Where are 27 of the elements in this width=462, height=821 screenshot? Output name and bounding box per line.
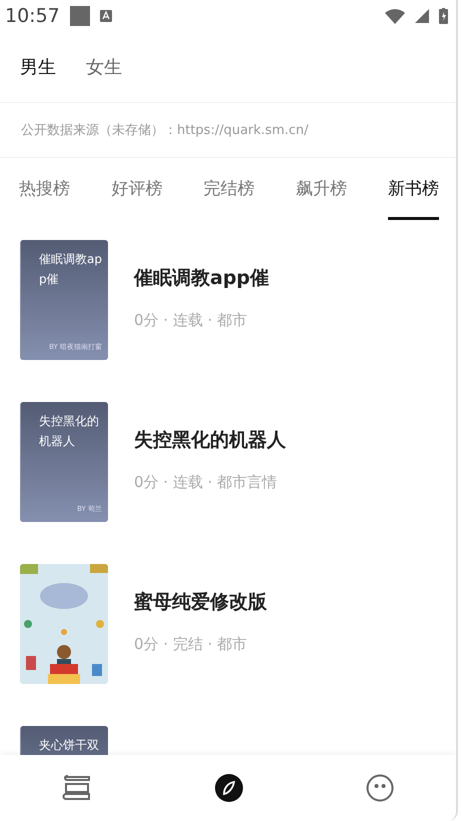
book-meta: 0分 · 连载 · 都市 [134, 310, 248, 330]
book-meta: 0分 · 连载 · 都市言情 [134, 472, 278, 492]
gender-tab[interactable]: 女生 [86, 55, 122, 79]
compass-icon [214, 774, 243, 802]
cover-title: 夹心饼干双 [39, 737, 100, 754]
book-meta: 0分 · 完结 · 都市 [134, 634, 248, 654]
smiley-icon [366, 774, 394, 802]
source-note: 公开数据来源（未存储）：https://quark.sm.cn/ [21, 122, 308, 139]
wifi-icon [385, 8, 405, 24]
ranking-tab[interactable]: 热搜榜 [19, 158, 70, 220]
ranking-tab[interactable]: 飙升榜 [296, 158, 347, 220]
signal-icon [415, 9, 429, 23]
keyboard-icon [100, 10, 112, 22]
cover-title: 催眠调教app催 [39, 251, 102, 288]
book-stack-icon [62, 775, 92, 801]
notification-icon [70, 6, 90, 26]
battery-icon [439, 8, 448, 24]
book-cover[interactable]: 夹心饼干双 [20, 726, 108, 755]
status-time: 10:57 [5, 5, 60, 27]
book-title[interactable]: 蜜母纯爱修改版 [134, 588, 267, 614]
ranking-tab[interactable]: 好评榜 [111, 158, 162, 220]
ranking-tab[interactable]: 新书榜 [388, 158, 439, 220]
ranking-tab[interactable]: 完结榜 [204, 158, 254, 220]
book-title[interactable]: 失控黑化的机器人 [134, 426, 286, 452]
gender-tab[interactable]: 男生 [20, 55, 56, 79]
book-title[interactable]: 催眠调教app催 [134, 264, 270, 290]
cover-title: 失控黑化的机器人 [39, 413, 100, 450]
